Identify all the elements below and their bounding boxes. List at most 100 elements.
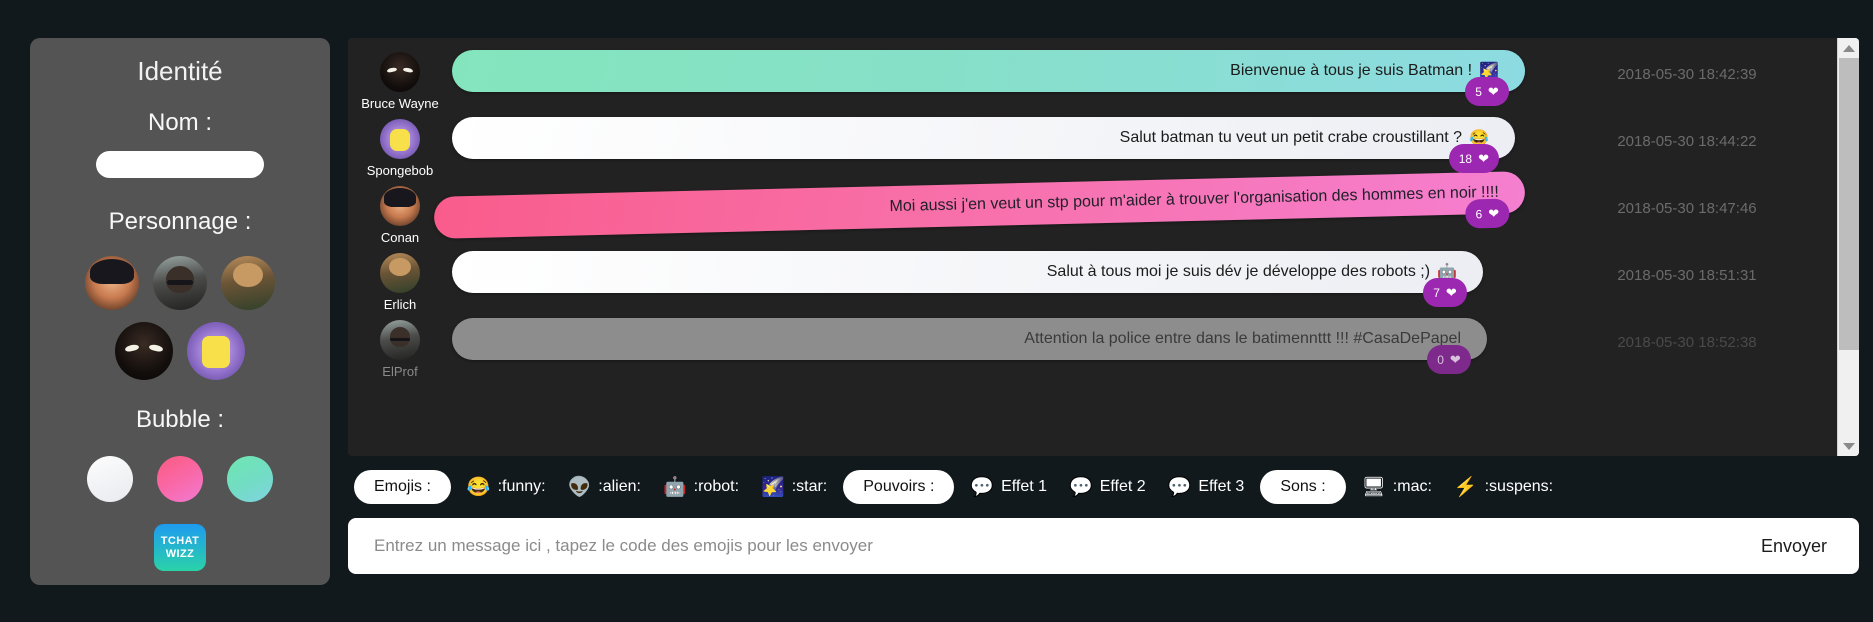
bubble-label: Bubble :: [135, 406, 225, 434]
elprof-avatar: [380, 320, 420, 360]
sound-shortcut-mac[interactable]: 🖥 :mac:: [1356, 476, 1438, 499]
like-badge[interactable]: 0 ❤: [1427, 345, 1471, 374]
power-code: Effet 2: [1099, 478, 1146, 495]
scroll-down-arrow-icon[interactable]: [1837, 436, 1859, 456]
message-row: ElProf Attention la police entre dans le…: [348, 318, 1837, 379]
power-code: Effet 3: [1198, 478, 1245, 495]
tchat-wizz-app: Identité Nom : Personnage : Bubble : TCH…: [0, 0, 1873, 622]
heart-icon: ❤: [1487, 83, 1499, 99]
message-text: Bienvenue à tous je suis Batman !: [1230, 62, 1473, 79]
bubble-option-white[interactable]: [87, 456, 133, 503]
chat-window: Bruce Wayne Bienvenue à tous je suis Bat…: [348, 38, 1859, 456]
avatar-option-conan[interactable]: [85, 256, 139, 311]
emojis-section-label[interactable]: Emojis :: [354, 470, 451, 504]
message-timestamp: 2018-05-30 18:44:22: [1617, 133, 1757, 150]
bubble-option-teal[interactable]: [227, 456, 273, 503]
emoji-shortcut-star[interactable]: 🌠 :star:: [755, 476, 833, 499]
author-name: Conan: [380, 230, 420, 245]
emoji-shortcut-robot[interactable]: 🤖 :robot:: [657, 476, 745, 499]
robot-emoji-icon: 🤖: [662, 476, 687, 498]
like-count: 6: [1475, 206, 1483, 221]
power-shortcut-effet-2[interactable]: 💬 Effet 2: [1063, 476, 1152, 499]
message-author: ElProf: [348, 318, 452, 379]
message-text: Attention la police entre dans le batime…: [1024, 330, 1461, 347]
erlich-avatar: [380, 253, 420, 293]
author-name: Spongebob: [366, 163, 434, 178]
message-row: Erlich Salut à tous moi je suis dév je d…: [348, 251, 1837, 312]
speech-balloon-icon: 💬: [1167, 476, 1192, 498]
like-badge[interactable]: 18 ❤: [1448, 144, 1499, 173]
heart-icon: ❤: [1445, 284, 1457, 300]
pouvoirs-section-label[interactable]: Pouvoirs :: [843, 470, 955, 504]
message-bubble[interactable]: Salut batman tu veut un petit crabe crou…: [452, 117, 1515, 173]
identity-sidebar: Identité Nom : Personnage : Bubble : TCH…: [30, 38, 330, 585]
avatar-option-spongebob[interactable]: [187, 322, 245, 381]
batman-avatar: [380, 52, 420, 92]
emoji-code: :star:: [791, 478, 828, 495]
emoji-code: :alien:: [598, 478, 641, 495]
message-author: Bruce Wayne: [348, 50, 452, 111]
star-emoji-icon: 🌠: [761, 476, 785, 498]
message-body: Salut batman tu veut un petit crabe crou…: [452, 117, 1537, 173]
author-name: Erlich: [383, 297, 417, 312]
power-shortcut-effet-3[interactable]: 💬 Effet 3: [1162, 476, 1251, 499]
like-count: 7: [1433, 285, 1440, 300]
sons-section-label[interactable]: Sons :: [1260, 470, 1346, 504]
message-bubble[interactable]: Bienvenue à tous je suis Batman ! 🌠 5 ❤: [452, 50, 1525, 106]
name-input[interactable]: [96, 151, 264, 179]
power-shortcut-effet-1[interactable]: 💬 Effet 1: [964, 476, 1053, 499]
spongebob-avatar: [380, 119, 420, 159]
message-body: Salut à tous moi je suis dév je développ…: [452, 251, 1537, 307]
avatar-option-erlich[interactable]: [221, 256, 275, 311]
chat-scrollbar[interactable]: [1837, 38, 1859, 456]
erlich-avatar-icon: [221, 256, 275, 311]
app-logo[interactable]: TCHAT WIZZ: [154, 524, 206, 571]
scrollbar-thumb[interactable]: [1838, 58, 1859, 350]
computer-icon: 🖥: [1361, 476, 1386, 498]
speech-balloon-icon: 💬: [970, 476, 995, 498]
scroll-up-arrow-icon[interactable]: [1837, 38, 1859, 58]
message-bubble[interactable]: Attention la police entre dans le batime…: [452, 318, 1487, 374]
message-timestamp: 2018-05-30 18:52:38: [1617, 334, 1757, 351]
message-author: Spongebob: [348, 117, 452, 178]
message-timestamp: 2018-05-30 18:42:39: [1617, 66, 1757, 83]
sound-code: :mac:: [1392, 478, 1432, 495]
message-body: Bienvenue à tous je suis Batman ! 🌠 5 ❤: [452, 50, 1537, 106]
send-button[interactable]: Envoyer: [1735, 519, 1853, 573]
message-input[interactable]: [348, 519, 1735, 573]
message-bubble[interactable]: Moi aussi j'en veut un stp pour m'aider …: [433, 171, 1526, 239]
name-label: Nom :: [147, 109, 212, 136]
heart-icon: ❤: [1478, 150, 1489, 166]
alien-emoji-icon: 👽: [567, 476, 592, 498]
author-name: Bruce Wayne: [361, 96, 439, 111]
message-timestamp: 2018-05-30 18:51:31: [1617, 267, 1757, 284]
power-code: Effet 1: [1001, 478, 1048, 495]
sound-shortcut-suspens[interactable]: ⚡ :suspens:: [1448, 476, 1559, 499]
message-list: Bruce Wayne Bienvenue à tous je suis Bat…: [348, 38, 1837, 456]
avatar-option-elprof[interactable]: [153, 256, 207, 311]
bubble-option-pink[interactable]: [157, 456, 203, 503]
sidebar-title: Identité: [137, 56, 223, 86]
author-name: ElProf: [382, 364, 418, 379]
elprof-avatar-icon: [153, 256, 207, 311]
avatar-option-bruce-wayne[interactable]: [115, 322, 173, 381]
joy-emoji-icon: 😂: [466, 476, 491, 498]
message-row: Conan Moi aussi j'en veut un stp pour m'…: [348, 171, 1837, 245]
message-text: Moi aussi j'en veut un stp pour m'aider …: [889, 183, 1500, 216]
scrollbar-track[interactable]: [1837, 58, 1859, 436]
like-count: 5: [1475, 84, 1482, 99]
like-badge[interactable]: 7 ❤: [1423, 278, 1467, 307]
like-badge[interactable]: 5 ❤: [1465, 77, 1509, 106]
batman-avatar-icon: [115, 322, 173, 381]
emoji-shortcut-funny[interactable]: 😂 :funny:: [461, 476, 552, 499]
message-bubble[interactable]: Salut à tous moi je suis dév je développ…: [452, 251, 1483, 307]
spongebob-avatar-icon: [187, 322, 245, 381]
conan-avatar: [380, 186, 420, 226]
like-count: 18: [1458, 151, 1473, 166]
message-row: Bruce Wayne Bienvenue à tous je suis Bat…: [348, 50, 1837, 111]
shortcut-toolbar: Emojis : 😂 :funny: 👽 :alien: 🤖 :robot: 🌠…: [348, 456, 1859, 516]
like-badge[interactable]: 6 ❤: [1465, 198, 1510, 229]
emoji-shortcut-alien[interactable]: 👽 :alien:: [562, 476, 647, 499]
main-panel: Bruce Wayne Bienvenue à tous je suis Bat…: [348, 18, 1859, 600]
bubble-color-picker: [87, 456, 273, 503]
